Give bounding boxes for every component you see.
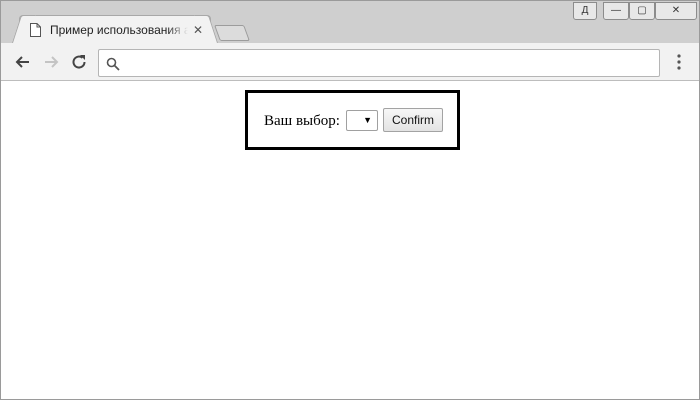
- chevron-down-icon: ▼: [363, 115, 372, 125]
- confirm-button[interactable]: Confirm: [383, 108, 443, 132]
- browser-window: Пример использования атрибута ✕ Д — ▢ ✕: [0, 0, 700, 400]
- tab-strip: Пример использования атрибута ✕ Д — ▢ ✕: [1, 1, 699, 45]
- kebab-menu-icon[interactable]: [671, 53, 687, 71]
- reload-icon[interactable]: [69, 52, 89, 72]
- browser-tab[interactable]: Пример использования атрибута ✕: [19, 15, 211, 45]
- tab-close-icon[interactable]: ✕: [192, 24, 204, 36]
- choice-select[interactable]: ▼: [346, 110, 378, 131]
- search-icon: [106, 57, 120, 71]
- page-icon: [30, 23, 41, 37]
- tab-title: Пример использования атрибута: [50, 23, 188, 37]
- address-input[interactable]: [125, 54, 653, 72]
- address-bar[interactable]: [98, 49, 660, 77]
- browser-toolbar: [1, 43, 699, 81]
- profile-button[interactable]: Д: [573, 2, 597, 20]
- minimize-button[interactable]: —: [603, 2, 629, 20]
- choice-label: Ваш выбор:: [264, 113, 340, 129]
- arrow-right-icon[interactable]: [41, 52, 61, 72]
- arrow-left-icon[interactable]: [13, 52, 33, 72]
- close-window-button[interactable]: ✕: [655, 2, 697, 20]
- new-tab-button[interactable]: [214, 25, 250, 41]
- maximize-button[interactable]: ▢: [629, 2, 655, 20]
- page-content: Ваш выбор: ▼ Confirm: [2, 82, 698, 399]
- form-frame: Ваш выбор: ▼ Confirm: [245, 90, 460, 150]
